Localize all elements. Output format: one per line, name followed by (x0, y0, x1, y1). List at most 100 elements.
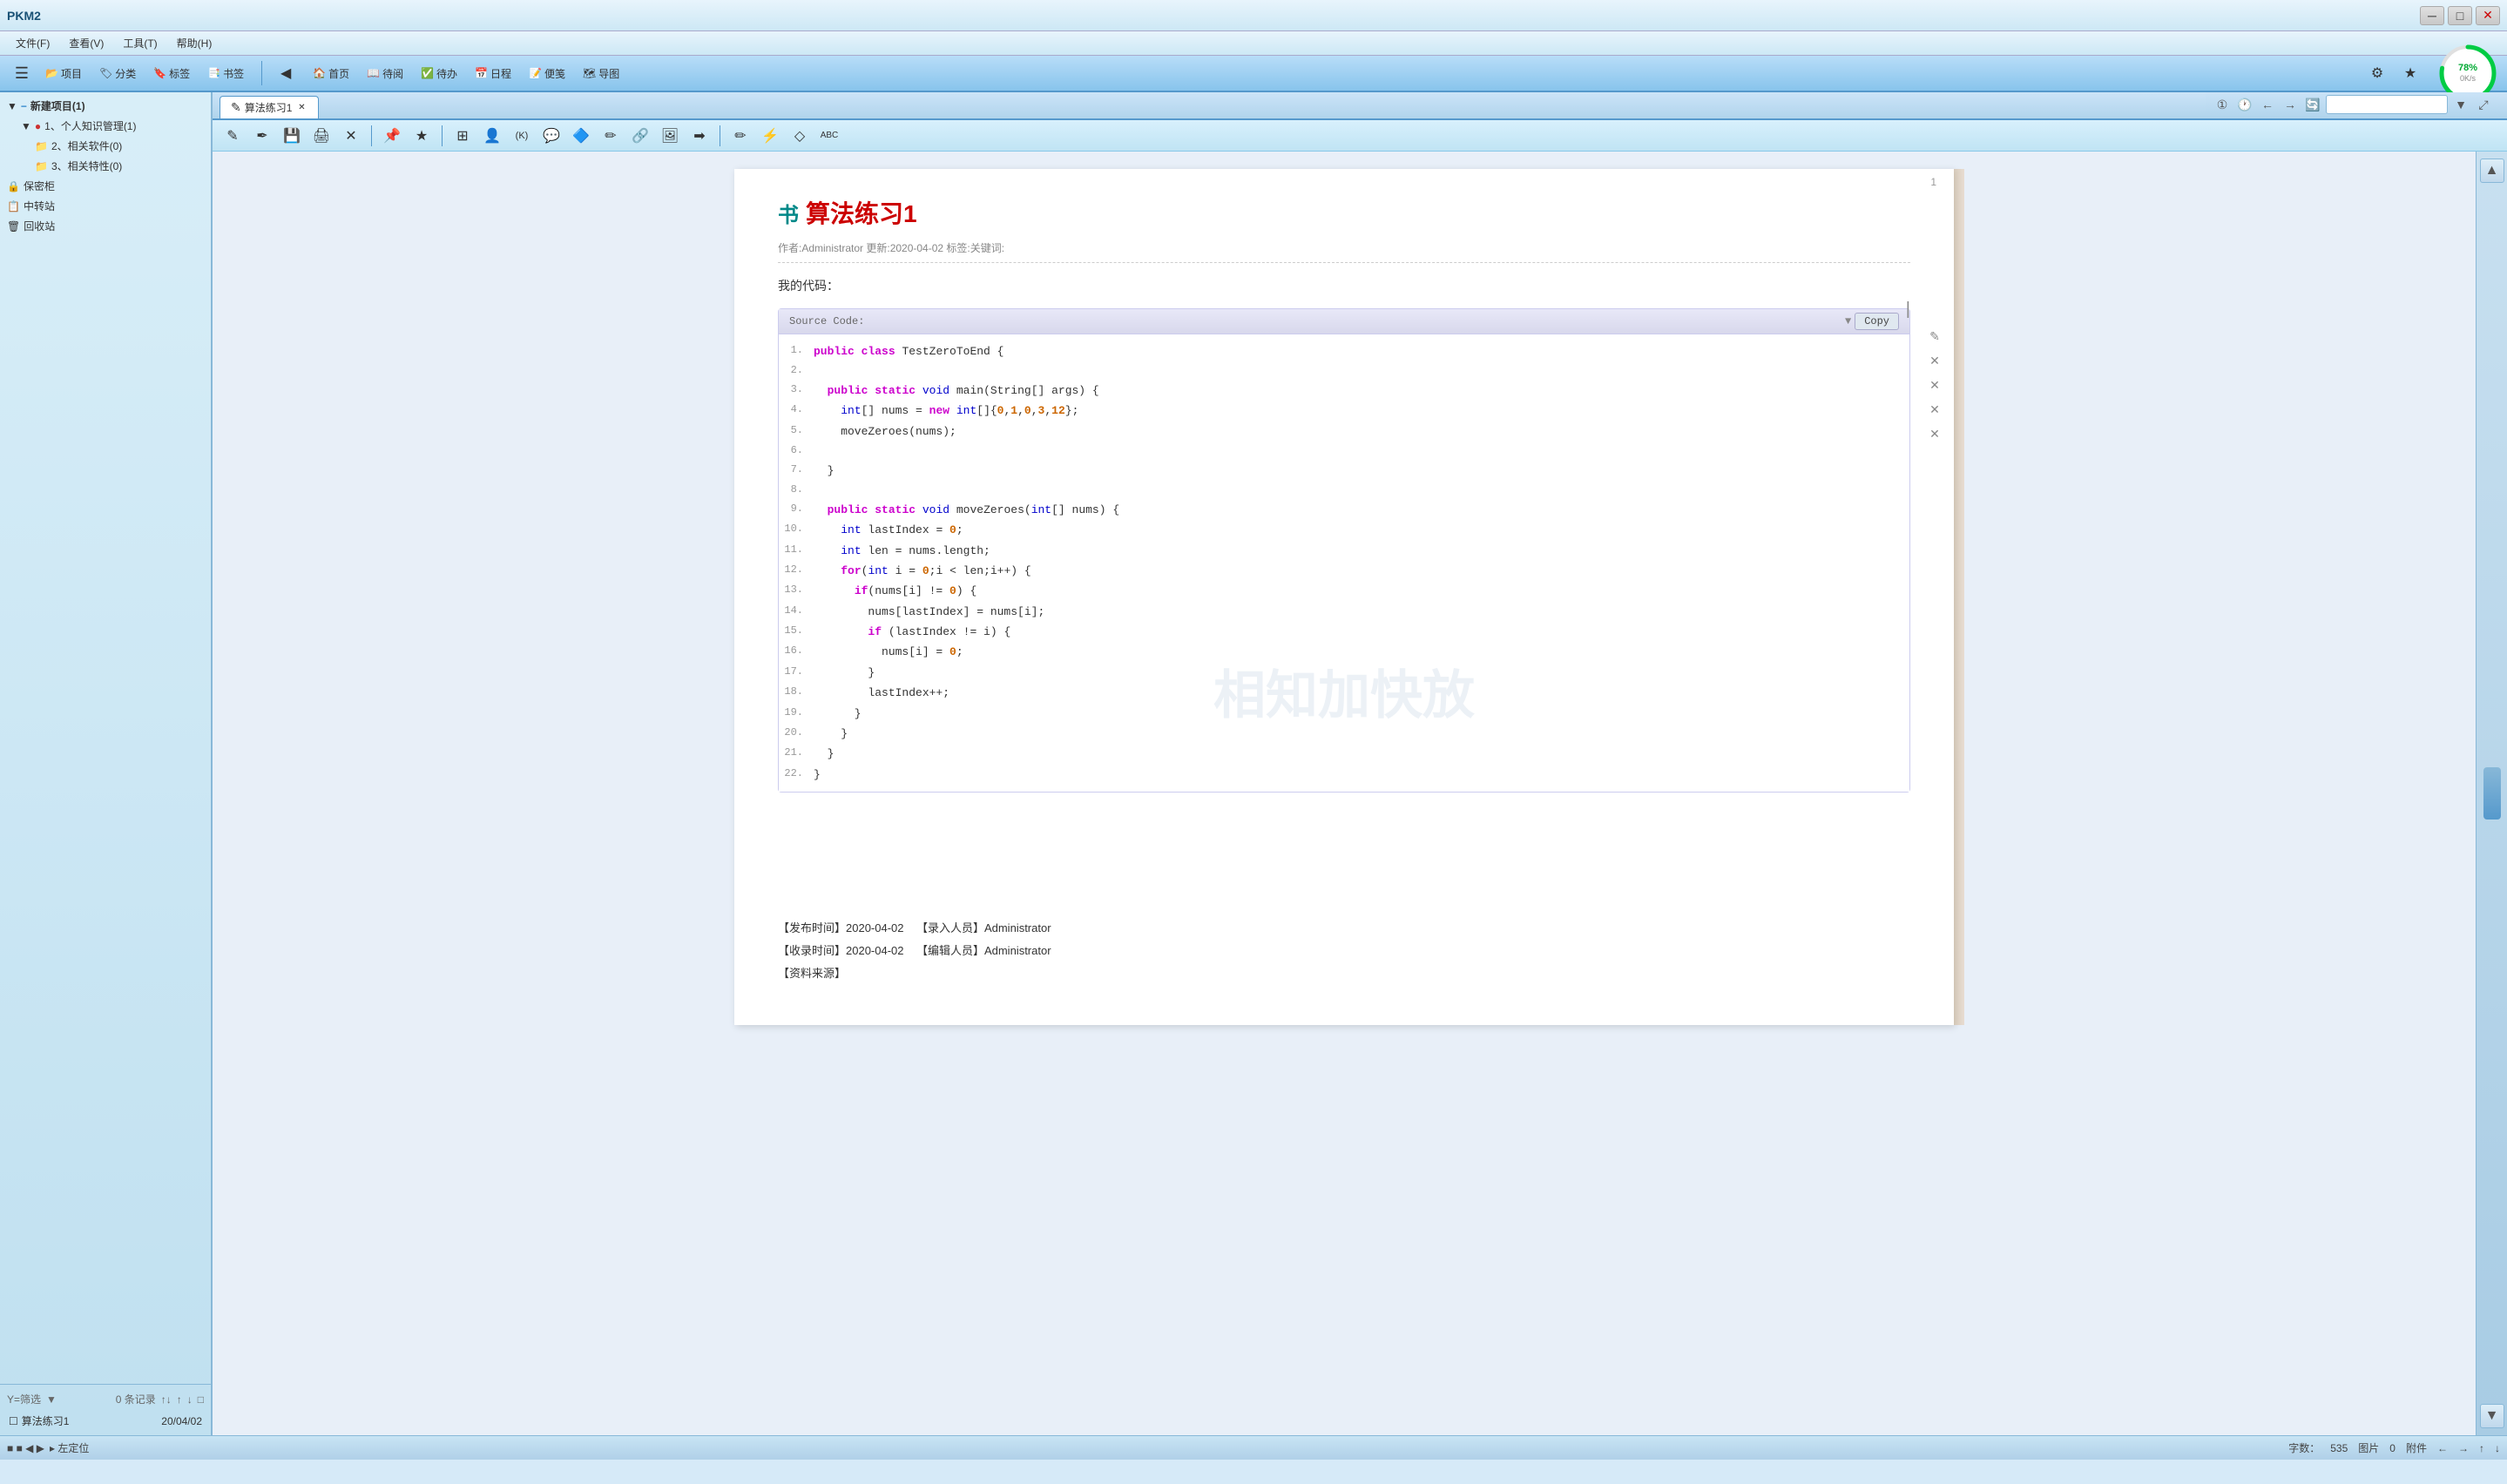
doc-arrow-btn[interactable]: ➡ (686, 123, 713, 149)
doc-star-btn[interactable]: ★ (409, 123, 435, 149)
progress-label: 78% (2458, 63, 2477, 74)
nav-icon-clock[interactable]: 🕐 (2235, 95, 2254, 114)
toolbar-nav: 🏠 首页 📖 待阅 ✅ 待办 📅 日程 📝 便笺 🗺 导图 (306, 62, 626, 84)
pending-read-button[interactable]: 📖 待阅 (360, 62, 410, 84)
sort-icon-3[interactable]: ↓ (187, 1393, 193, 1406)
sort-icon-1[interactable]: ↑↓ (161, 1393, 172, 1406)
nav-refresh-button[interactable]: 🔄 (2303, 95, 2322, 114)
code-header-label: Source Code: (789, 315, 864, 327)
footer-publish: 【发布时间】2020-04-02 【录入人员】Administrator (778, 917, 1910, 940)
sidebar: ▼ − 新建项目(1) ▼ ● 1、个人知识管理(1) 📁 2、相关软件(0) … (0, 92, 213, 1435)
tab-close-button[interactable]: ✕ (295, 102, 307, 114)
mindmap-button[interactable]: 🗺 导图 (576, 62, 626, 84)
edit-icon-x2[interactable]: ✕ (1924, 374, 1945, 395)
search-input[interactable] (2326, 95, 2448, 114)
edit-icon-x3[interactable]: ✕ (1924, 399, 1945, 420)
line-code-14: nums[lastIndex] = nums[i]; (814, 602, 1909, 622)
nav-down-icon[interactable]: ↓ (2495, 1442, 2500, 1454)
doc-print-btn[interactable]: 🖨 (308, 123, 334, 149)
nav-right-icon[interactable]: → (2458, 1442, 2469, 1454)
menu-help[interactable]: 帮助(H) (168, 34, 221, 52)
todo-button[interactable]: ✅ 待办 (414, 62, 464, 84)
doc-save-btn[interactable]: 💾 (279, 123, 305, 149)
doc-k-btn[interactable]: (K) (509, 123, 535, 149)
nav-dropdown-icon[interactable]: ▼ (2451, 95, 2470, 114)
tree-features-label: 3、相关特性(0) (51, 159, 122, 173)
footer-publish-time: 【发布时间】2020-04-02 (778, 921, 904, 934)
statusbar-left: ■ ■ ◀ ▶ ▸ 左定位 (7, 1440, 89, 1455)
doc-draw-btn[interactable]: ✏ (598, 123, 624, 149)
home-button[interactable]: 🏠 首页 (306, 62, 356, 84)
tree-item-root[interactable]: ▼ − 新建项目(1) (3, 96, 207, 116)
expand-panel-icon[interactable]: □ (198, 1393, 204, 1406)
line-code-5: moveZeroes(nums); (814, 422, 1909, 442)
collapse-button[interactable]: ◀ (273, 60, 299, 86)
doc-diamond-btn[interactable]: ◇ (787, 123, 813, 149)
content-area: ✎ 算法练习1 ✕ ① 🕐 ← → 🔄 ▼ ⤢ (213, 92, 2507, 1435)
nav-forward-button[interactable]: → (2281, 95, 2300, 114)
nav-expand-icon[interactable]: ⤢ (2474, 95, 2493, 114)
menu-toggle-button[interactable]: ☰ (9, 60, 35, 86)
doc-abc-btn[interactable]: ABC (816, 123, 842, 149)
line-num-22: 22. (779, 765, 814, 784)
edit-icon-x1[interactable]: ✕ (1924, 350, 1945, 371)
category-button[interactable]: 🏷 分类 (92, 62, 143, 84)
line-num-9: 9. (779, 500, 814, 519)
line-code-1: public class TestZeroToEnd { (814, 341, 1909, 361)
tree-knowledge-label: 1、个人知识管理(1) (44, 118, 136, 133)
sort-icon-2[interactable]: ↑ (177, 1393, 182, 1406)
scroll-up-button[interactable]: ▲ (2480, 159, 2504, 183)
project-button[interactable]: 📂 项目 (38, 62, 89, 84)
doc-delete-btn[interactable]: ✕ (338, 123, 364, 149)
doc-pin-btn[interactable]: 📌 (379, 123, 405, 149)
doc-image-btn[interactable]: 🖼 (657, 123, 683, 149)
menu-view[interactable]: 查看(V) (60, 34, 112, 52)
tag-button[interactable]: 🔖 标签 (146, 62, 197, 84)
maximize-button[interactable]: □ (2448, 6, 2472, 25)
schedule-icon: 📅 (475, 67, 488, 79)
edit-icon-1[interactable]: ✎ (1924, 326, 1945, 347)
bookmark-label: 书签 (223, 66, 244, 81)
minimize-button[interactable]: ─ (2420, 6, 2444, 25)
footer-collect: 【收录时间】2020-04-02 【编辑人员】Administrator (778, 940, 1910, 962)
record-checkbox[interactable]: ☐ (9, 1415, 18, 1427)
doc-shape-btn[interactable]: 🔷 (568, 123, 594, 149)
tree-item-trash[interactable]: 🗑 回收站 (3, 216, 207, 236)
doc-pen-btn[interactable]: ✒ (249, 123, 275, 149)
line-num-3: 3. (779, 381, 814, 400)
settings-button[interactable]: ⚙ (2364, 60, 2390, 86)
doc-comment-btn[interactable]: 💬 (538, 123, 564, 149)
tag-icon: 🔖 (153, 67, 166, 79)
scroll-thumb[interactable] (2483, 767, 2501, 820)
tree-item-software[interactable]: 📁 2、相关软件(0) (3, 136, 207, 156)
nav-up-icon[interactable]: ↑ (2479, 1442, 2484, 1454)
doc-edit-btn[interactable]: ✎ (220, 123, 246, 149)
tree-item-vault[interactable]: 🔒 保密柜 (3, 176, 207, 196)
nav-icon-1[interactable]: ① (2213, 95, 2232, 114)
doc-sign-btn[interactable]: ✏ (727, 123, 753, 149)
star-button[interactable]: ★ (2397, 60, 2423, 86)
tab-algorithm[interactable]: ✎ 算法练习1 ✕ (220, 96, 319, 118)
schedule-label: 日程 (490, 66, 511, 81)
nav-left-icon[interactable]: ← (2437, 1442, 2448, 1454)
doc-link-btn[interactable]: 🔗 (627, 123, 653, 149)
doc-user-btn[interactable]: 👤 (479, 123, 505, 149)
scroll-track[interactable] (2483, 183, 2501, 1404)
doc-grid-btn[interactable]: ⊞ (449, 123, 476, 149)
schedule-button[interactable]: 📅 日程 (468, 62, 518, 84)
copy-button[interactable]: Copy (1855, 313, 1899, 330)
scroll-down-button[interactable]: ▼ (2480, 1404, 2504, 1428)
doc-lightning-btn[interactable]: ⚡ (757, 123, 783, 149)
tree-item-knowledge[interactable]: ▼ ● 1、个人知识管理(1) (3, 116, 207, 136)
close-button[interactable]: ✕ (2476, 6, 2500, 25)
tree-item-transfer[interactable]: 📋 中转站 (3, 196, 207, 216)
nav-back-button[interactable]: ← (2258, 95, 2277, 114)
record-item-0[interactable]: ☐ 算法练习1 20/04/02 (3, 1410, 207, 1432)
note-button[interactable]: 📝 便笺 (522, 62, 572, 84)
menu-tools[interactable]: 工具(T) (114, 34, 166, 52)
menu-file[interactable]: 文件(F) (7, 34, 58, 52)
tree-item-features[interactable]: 📁 3、相关特性(0) (3, 156, 207, 176)
edit-icon-x4[interactable]: ✕ (1924, 423, 1945, 444)
code-line-22: 22. } (779, 765, 1909, 785)
bookmark-button[interactable]: 📑 书签 (200, 62, 251, 84)
